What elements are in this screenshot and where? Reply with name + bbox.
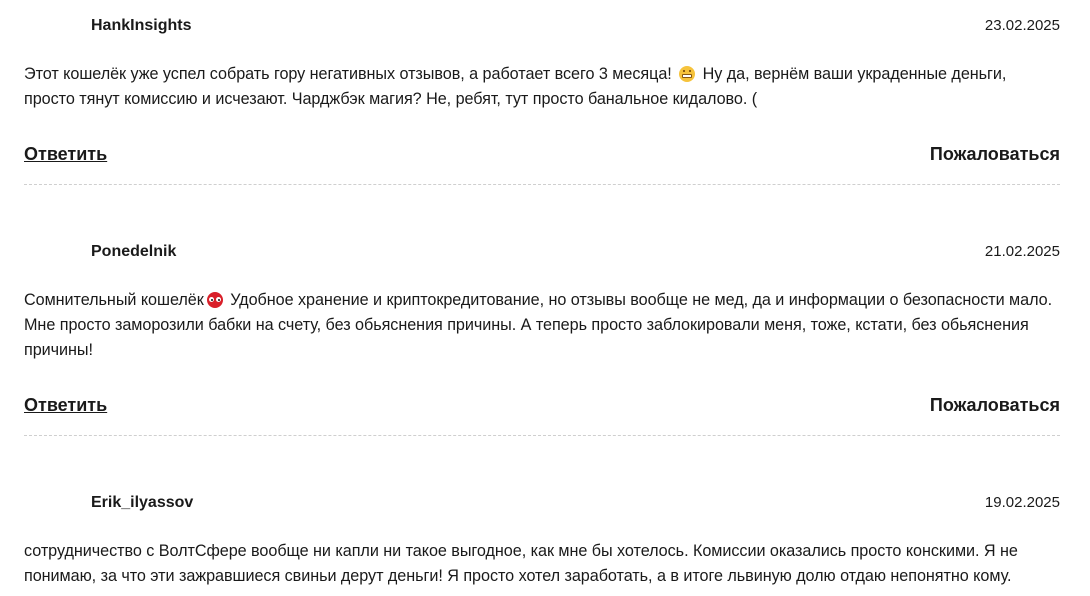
comment-text: Этот кошелёк уже успел собрать гору нега…	[24, 62, 1060, 112]
report-link[interactable]: Пожаловаться	[930, 144, 1060, 165]
reply-link[interactable]: Ответить	[24, 144, 107, 165]
reply-link[interactable]: Ответить	[24, 395, 107, 416]
comment-divider	[24, 184, 1060, 185]
masked-face-icon	[206, 292, 223, 308]
comment-author[interactable]: HankInsights	[91, 16, 191, 36]
comment-text-part: Сомнительный кошелёк	[24, 291, 204, 309]
comment-text-part: Этот кошелёк уже успел собрать гору нега…	[24, 65, 672, 83]
comment-date: 21.02.2025	[984, 243, 1060, 260]
report-link[interactable]: Пожаловаться	[930, 395, 1060, 416]
comment-author[interactable]: Ponedelnik	[91, 242, 176, 262]
comment-author[interactable]: Erik_ilyassov	[91, 493, 193, 513]
comment-actions: Ответить Пожаловаться	[24, 395, 1060, 419]
comment-text: Сомнительный кошелёк Удобное хранение и …	[24, 288, 1060, 363]
grimacing-face-icon	[679, 66, 696, 82]
comment-divider	[24, 435, 1060, 436]
comment-actions: Ответить Пожаловаться	[24, 144, 1060, 168]
comment-date: 19.02.2025	[984, 494, 1060, 511]
comment-text: сотрудничество с ВолтСфере вообще ни кап…	[24, 542, 1018, 585]
comment-date: 23.02.2025	[984, 17, 1060, 34]
